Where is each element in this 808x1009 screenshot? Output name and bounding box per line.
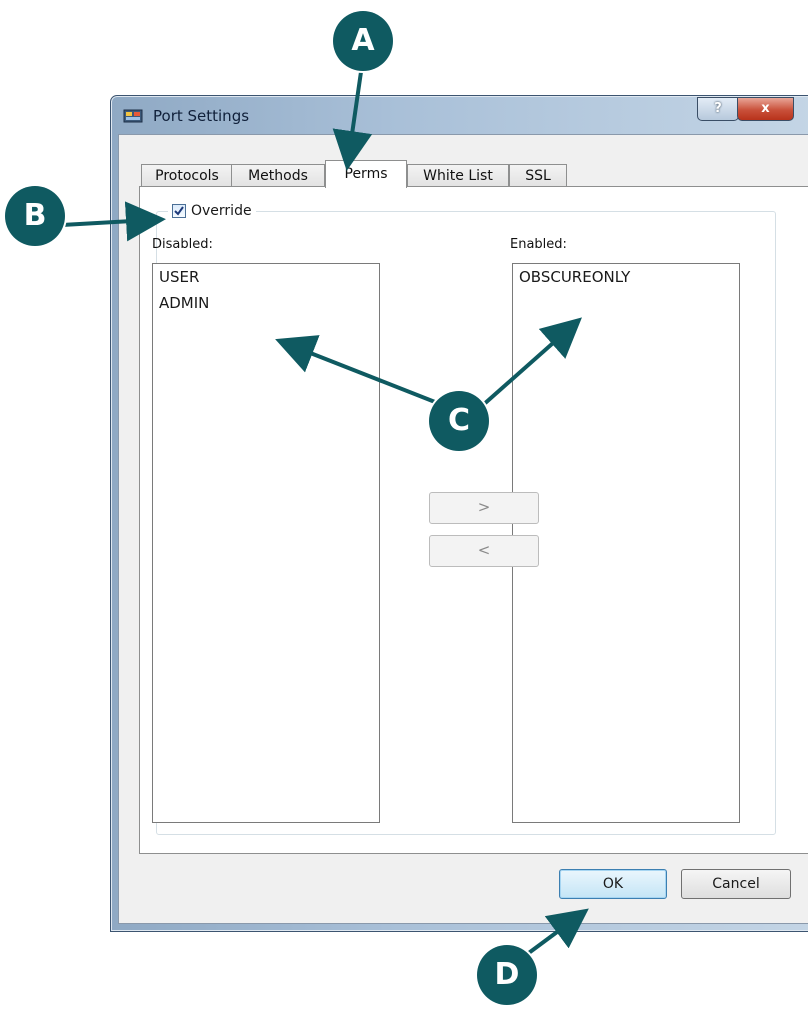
annotation-arrows <box>61 57 589 957</box>
callout-a: A <box>333 11 393 71</box>
callout-c: C <box>429 391 489 451</box>
arrow-a <box>332 57 373 171</box>
arrow-c-right <box>481 317 582 407</box>
callout-d: D <box>477 945 537 1005</box>
arrow-b <box>61 201 166 242</box>
arrow-c-left <box>275 335 436 404</box>
arrow-d <box>524 908 589 957</box>
callout-b: B <box>5 186 65 246</box>
